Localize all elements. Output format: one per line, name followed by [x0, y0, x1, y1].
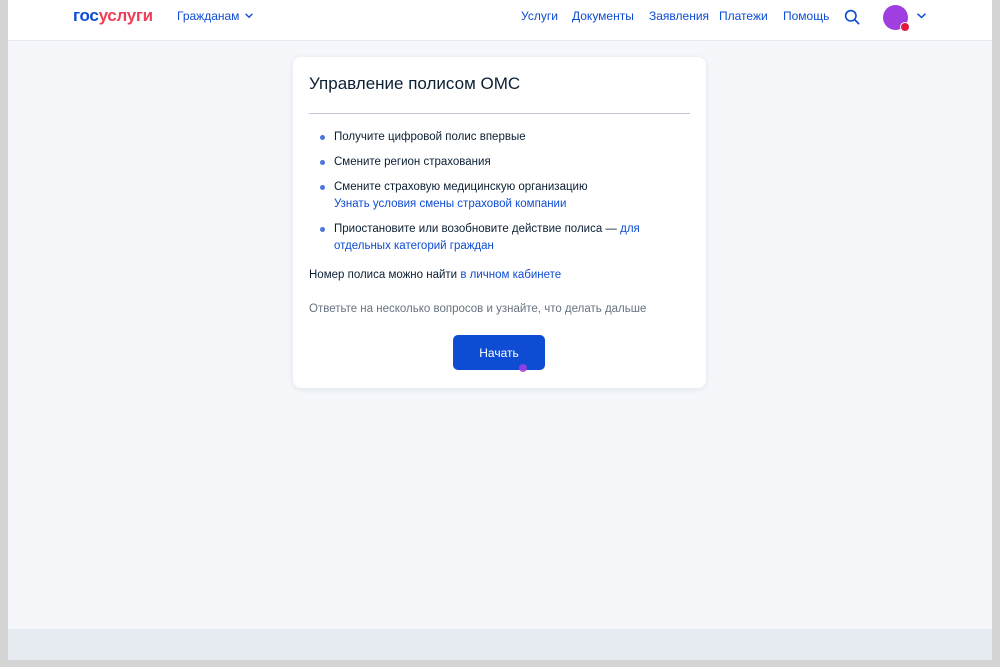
mouse-cursor-indicator	[519, 364, 527, 372]
gosuslugi-logo[interactable]: госуслуги	[73, 6, 153, 26]
bullet-icon	[320, 185, 325, 190]
list-item: Смените страховую медицинскую организаци…	[309, 179, 694, 213]
site-header: госуслуги Гражданам Услуги Документы Зая…	[8, 0, 992, 41]
search-icon[interactable]	[844, 9, 860, 25]
hint-text: Ответьте на несколько вопросов и узнайте…	[309, 303, 647, 315]
audience-label: Гражданам	[177, 9, 240, 23]
nav-applications-link[interactable]: Заявления	[649, 9, 709, 23]
policy-number-note: Номер полиса можно найти в личном кабине…	[309, 267, 561, 284]
page-frame: госуслуги Гражданам Услуги Документы Зая…	[8, 0, 992, 660]
list-item-text: Смените страховую медицинскую организаци…	[334, 181, 588, 193]
audience-selector[interactable]: Гражданам	[177, 9, 254, 23]
footer-band	[8, 629, 992, 660]
insurer-change-conditions-link[interactable]: Узнать условия смены страховой компании	[334, 198, 566, 210]
list-item: Получите цифровой полис впервые	[309, 129, 694, 146]
bullet-icon	[320, 135, 325, 140]
bullet-icon	[320, 160, 325, 165]
list-item-text: Приостановите или возобновите действие п…	[334, 223, 621, 235]
list-item: Приостановите или возобновите действие п…	[309, 221, 694, 255]
options-list: Получите цифровой полис впервые Смените …	[309, 129, 694, 263]
page-title: Управление полисом ОМС	[309, 74, 521, 93]
notification-badge	[900, 22, 910, 32]
logo-part-uslugi: услуги	[98, 6, 154, 25]
list-item-text: Смените регион страхования	[334, 156, 491, 168]
title-divider	[309, 113, 690, 114]
list-item-text: Получите цифровой полис впервые	[334, 131, 526, 143]
list-item: Смените регион страхования	[309, 154, 694, 171]
nav-help-link[interactable]: Помощь	[783, 9, 829, 23]
policy-note-text: Номер полиса можно найти	[309, 269, 461, 281]
start-button[interactable]: Начать	[453, 335, 545, 370]
chevron-down-icon[interactable]	[917, 13, 926, 19]
personal-account-link[interactable]: в личном кабинете	[460, 269, 561, 281]
nav-payments-link[interactable]: Платежи	[719, 9, 768, 23]
avatar[interactable]	[883, 5, 910, 32]
nav-documents-link[interactable]: Документы	[572, 9, 634, 23]
logo-part-gos: гос	[73, 6, 99, 25]
bullet-icon	[320, 227, 325, 232]
nav-services-link[interactable]: Услуги	[521, 9, 558, 23]
chevron-down-icon	[245, 13, 254, 18]
oms-policy-card: Управление полисом ОМС Получите цифровой…	[293, 57, 706, 388]
